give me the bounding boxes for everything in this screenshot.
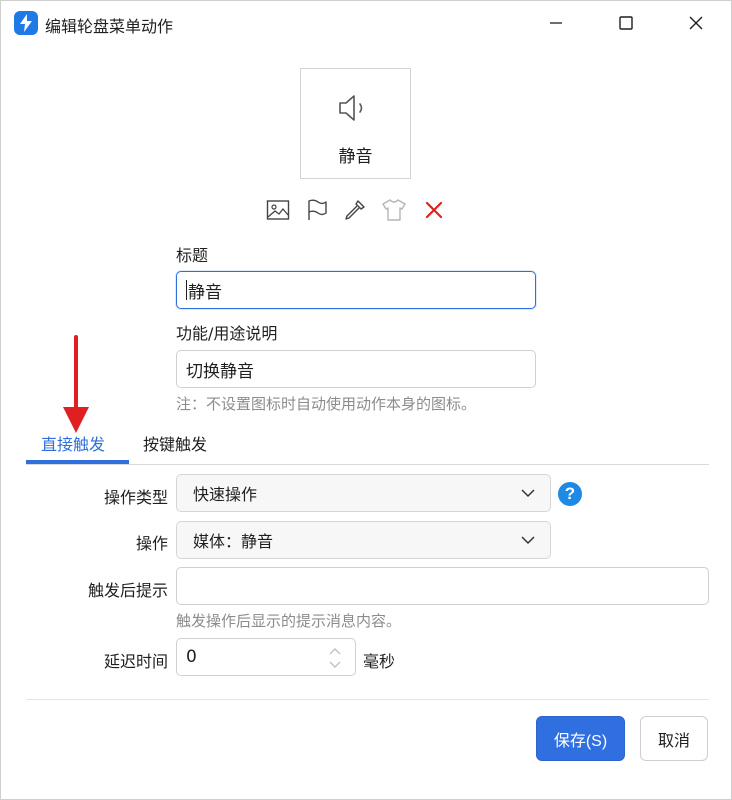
clear-icon-button[interactable] <box>421 197 447 223</box>
title-input-value: 静音 <box>188 282 222 303</box>
spin-arrows-icon[interactable] <box>327 645 343 671</box>
delay-stepper[interactable]: 0 <box>176 638 356 676</box>
operation-type-select[interactable]: 快速操作 <box>176 474 551 512</box>
maximize-button[interactable] <box>591 1 661 45</box>
help-icon[interactable]: ? <box>558 482 582 506</box>
dialog-window: 编辑轮盘菜单动作 静音 标题 静音 功能/用途说明 切换静音 注：不设置图标时自… <box>0 0 732 800</box>
flag-icon <box>308 199 327 220</box>
title-input[interactable]: 静音 <box>176 271 536 309</box>
theme-button[interactable] <box>381 197 407 223</box>
title-bar: 编辑轮盘菜单动作 <box>1 1 731 45</box>
pick-image-button[interactable] <box>265 197 291 223</box>
delay-value: 0 <box>186 647 197 667</box>
minimize-icon <box>550 22 562 24</box>
tab-hotkey-trigger[interactable]: 按键触发 <box>143 431 207 455</box>
tab-divider <box>26 464 709 465</box>
chevron-down-icon <box>521 489 535 498</box>
description-input-value: 切换静音 <box>186 361 254 382</box>
delay-label: 延迟时间 <box>103 652 168 671</box>
app-lightning-icon <box>14 11 38 35</box>
active-tab-indicator <box>26 460 129 464</box>
icon-preview-tile[interactable]: 静音 <box>300 68 411 179</box>
maximize-icon <box>619 16 633 30</box>
minimize-button[interactable] <box>521 1 591 45</box>
eyedropper-icon <box>345 200 365 220</box>
tshirt-icon <box>382 199 406 221</box>
preview-label: 静音 <box>338 147 373 167</box>
title-label: 标题 <box>176 246 209 265</box>
annotation-arrow-icon <box>63 335 89 433</box>
window-title: 编辑轮盘菜单动作 <box>45 17 174 36</box>
trigger-hint-input[interactable] <box>176 567 709 605</box>
operation-label: 操作 <box>135 534 168 553</box>
operation-type-value: 快速操作 <box>193 485 258 504</box>
close-window-button[interactable] <box>661 1 731 45</box>
tab-direct-trigger[interactable]: 直接触发 <box>41 431 105 455</box>
delay-unit: 毫秒 <box>363 652 396 671</box>
text-caret <box>186 280 187 300</box>
cancel-button[interactable]: 取消 <box>640 716 708 761</box>
flag-button[interactable] <box>304 197 330 223</box>
speaker-mute-icon <box>339 95 363 121</box>
operation-select[interactable]: 媒体：静音 <box>176 521 551 559</box>
close-icon <box>689 16 703 30</box>
operation-value: 媒体：静音 <box>193 532 274 551</box>
icon-note: 注：不设置图标时自动使用动作本身的图标。 <box>176 395 477 413</box>
save-button[interactable]: 保存(S) <box>536 716 625 761</box>
eyedropper-button[interactable] <box>342 197 368 223</box>
trigger-hint-label: 触发后提示 <box>87 581 168 600</box>
image-icon <box>266 200 290 220</box>
trigger-hint-note: 触发操作后显示的提示消息内容。 <box>176 612 402 630</box>
operation-type-label: 操作类型 <box>103 488 168 507</box>
close-x-icon <box>425 201 443 219</box>
footer-divider <box>26 699 709 700</box>
description-label: 功能/用途说明 <box>176 324 278 343</box>
chevron-down-icon <box>521 536 535 545</box>
description-input[interactable]: 切换静音 <box>176 350 536 388</box>
